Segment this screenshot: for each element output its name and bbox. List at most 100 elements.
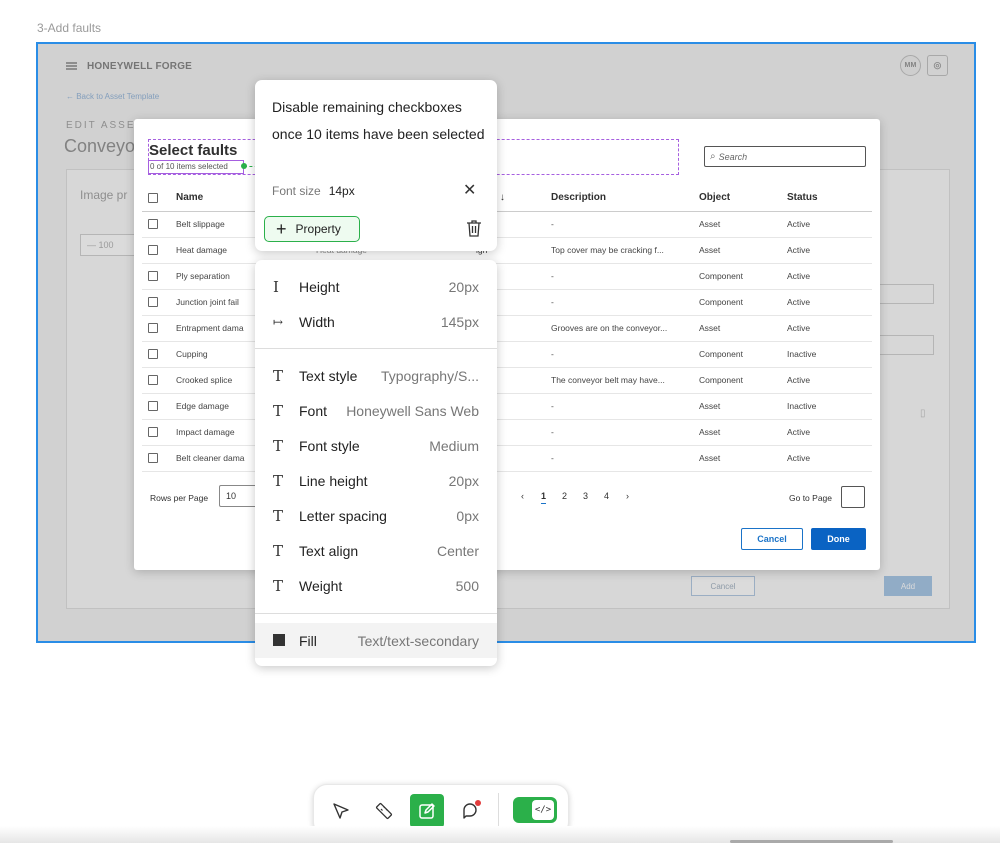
- table-row[interactable]: Entrapment dama Grooves are on the convey…: [142, 315, 872, 342]
- checkbox-cell[interactable]: [142, 237, 170, 264]
- checkbox-cell[interactable]: [142, 263, 170, 290]
- faults-table: Name erity ↓ Description Object Status B…: [142, 185, 872, 472]
- divider: [498, 793, 499, 829]
- table-row[interactable]: Impact damage - Asset Active: [142, 419, 872, 446]
- prop-font-style[interactable]: T Font style Medium: [255, 428, 497, 463]
- status-cell: Active: [781, 211, 872, 238]
- status-cell: Active: [781, 367, 872, 394]
- col-object[interactable]: Object: [693, 185, 781, 212]
- object-cell: Asset: [693, 237, 781, 264]
- checkbox-cell[interactable]: [142, 211, 170, 238]
- prop-text-align[interactable]: T Text align Center: [255, 533, 497, 568]
- table-row[interactable]: Heat damageHeat damageighTop cover may b…: [142, 237, 872, 264]
- divider: [255, 613, 497, 614]
- prop-fill[interactable]: Fill Text/text-secondary: [255, 623, 497, 658]
- select-all-checkbox[interactable]: [148, 192, 158, 203]
- table-row[interactable]: Junction joint fail - Component Active: [142, 289, 872, 316]
- code-icon: </>: [532, 800, 554, 820]
- pagination: ‹ 1 2 3 4 ›: [512, 491, 638, 501]
- close-icon[interactable]: ✕: [463, 180, 476, 200]
- description-cell: -: [545, 445, 693, 472]
- next-page-icon[interactable]: ›: [617, 491, 638, 501]
- table-row[interactable]: Crooked spliceiumThe conveyor belt may h…: [142, 367, 872, 394]
- col-status[interactable]: Status: [781, 185, 872, 212]
- cancel-button[interactable]: Cancel: [741, 528, 803, 550]
- page-2[interactable]: 2: [554, 491, 575, 501]
- ruler-icon[interactable]: [367, 794, 401, 828]
- go-to-page-input[interactable]: [841, 486, 865, 508]
- sort-down-icon[interactable]: ↓: [500, 192, 505, 203]
- text-icon: T: [273, 401, 284, 420]
- description-cell: -: [545, 263, 693, 290]
- description-cell: -: [545, 211, 693, 238]
- prop-height[interactable]: I Height 20px: [255, 269, 497, 304]
- object-cell: Asset: [693, 211, 781, 238]
- table-row[interactable]: Belt cleaner damaium-AssetActive: [142, 445, 872, 472]
- edit-icon[interactable]: [410, 794, 444, 828]
- comment-text[interactable]: Disable remaining checkboxes once 10 ite…: [272, 94, 487, 147]
- table-row[interactable]: Edge damage - Asset Inactive: [142, 393, 872, 420]
- row-checkbox[interactable]: [148, 323, 158, 334]
- row-checkbox[interactable]: [148, 375, 158, 386]
- row-checkbox[interactable]: [148, 349, 158, 360]
- checkbox-cell[interactable]: [142, 341, 170, 368]
- col-description[interactable]: Description: [545, 185, 693, 212]
- checkbox-cell[interactable]: [142, 393, 170, 420]
- description-cell: Grooves are on the conveyor...: [545, 315, 693, 342]
- status-cell: Inactive: [781, 341, 872, 368]
- prop-weight[interactable]: T Weight 500: [255, 568, 497, 603]
- checkbox-cell[interactable]: [142, 315, 170, 342]
- text-cursor-icon: I: [273, 277, 279, 296]
- row-checkbox[interactable]: [148, 453, 158, 464]
- pointer-icon[interactable]: [324, 794, 358, 828]
- checkbox-cell[interactable]: [142, 367, 170, 394]
- object-cell: Component: [693, 341, 781, 368]
- row-checkbox[interactable]: [148, 297, 158, 308]
- done-button[interactable]: Done: [811, 528, 866, 550]
- table-row[interactable]: Ply separation - Component Active: [142, 263, 872, 290]
- prop-text-style[interactable]: T Text style Typography/S...: [255, 358, 497, 393]
- search-placeholder: Search: [718, 151, 748, 162]
- comment-icon[interactable]: [453, 794, 487, 828]
- object-cell: Component: [693, 289, 781, 316]
- rows-per-page-select[interactable]: 10: [219, 485, 259, 507]
- row-checkbox[interactable]: [148, 271, 158, 282]
- plus-icon: +: [276, 219, 287, 239]
- connector-dot: [241, 163, 247, 169]
- frame-label: 3-Add faults: [37, 21, 102, 35]
- prop-font[interactable]: T Font Honeywell Sans Web: [255, 393, 497, 428]
- search-input[interactable]: ⌕ Search: [704, 146, 866, 167]
- add-property-button[interactable]: + Property: [264, 216, 360, 242]
- table-row[interactable]: Belt slippageium-AssetActive: [142, 211, 872, 238]
- checkbox-cell[interactable]: [142, 419, 170, 446]
- dev-mode-toggle[interactable]: </>: [513, 797, 557, 823]
- object-cell: Asset: [693, 315, 781, 342]
- row-checkbox[interactable]: [148, 401, 158, 412]
- prev-page-icon[interactable]: ‹: [512, 491, 533, 501]
- row-checkbox[interactable]: [148, 427, 158, 438]
- checkbox-cell[interactable]: [142, 445, 170, 472]
- prop-letter-spacing[interactable]: T Letter spacing 0px: [255, 498, 497, 533]
- row-checkbox[interactable]: [148, 245, 158, 256]
- page-4[interactable]: 4: [596, 491, 617, 501]
- checkbox-cell[interactable]: [142, 289, 170, 316]
- status-cell: Active: [781, 315, 872, 342]
- table-header-row: Name erity ↓ Description Object Status: [142, 185, 872, 212]
- text-icon: T: [273, 436, 284, 455]
- selected-count[interactable]: 0 of 10 items selected: [148, 160, 244, 174]
- page-3[interactable]: 3: [575, 491, 596, 501]
- rows-per-page-label: Rows per Page: [150, 493, 209, 503]
- select-faults-modal: Select faults 0 of 10 items selected ⌕ S…: [134, 119, 880, 570]
- object-cell: Asset: [693, 419, 781, 446]
- object-cell: Asset: [693, 445, 781, 472]
- row-checkbox[interactable]: [148, 219, 158, 230]
- notification-dot: [475, 800, 481, 806]
- prop-width[interactable]: ↦ Width 145px: [255, 304, 497, 339]
- status-cell: Active: [781, 263, 872, 290]
- prop-line-height[interactable]: T Line height 20px: [255, 463, 497, 498]
- page-1[interactable]: 1: [533, 491, 554, 501]
- trash-icon[interactable]: [466, 219, 482, 237]
- select-all-cell[interactable]: [142, 185, 170, 212]
- fill-swatch-icon: [273, 632, 299, 650]
- table-row[interactable]: Cupping - Component Inactive: [142, 341, 872, 368]
